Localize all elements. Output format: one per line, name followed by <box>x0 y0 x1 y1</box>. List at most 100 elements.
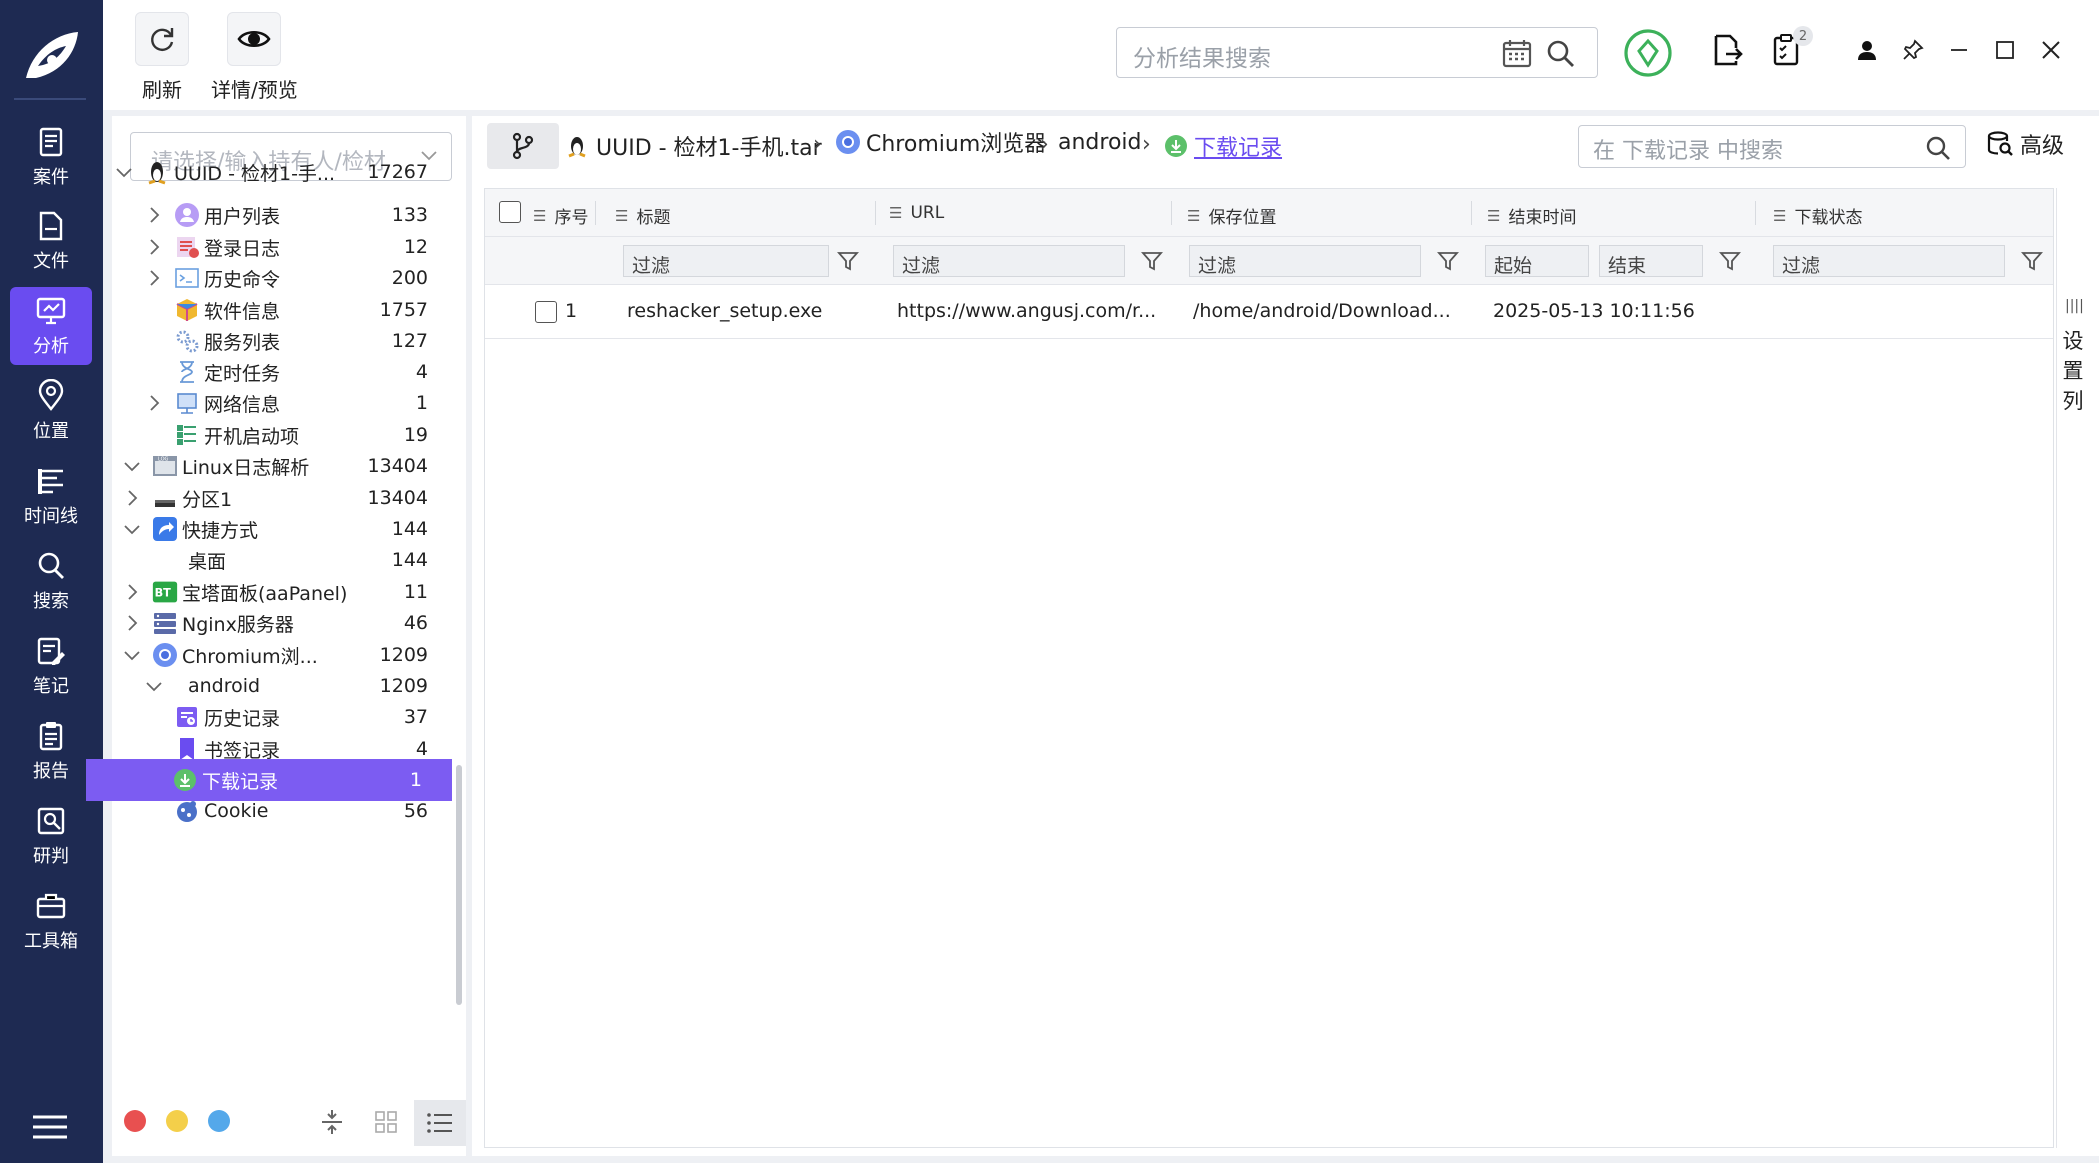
chevron-right-icon[interactable] <box>144 205 164 225</box>
tree-item-count: 4 <box>415 738 428 760</box>
export-button[interactable] <box>1707 30 1747 70</box>
column-divider[interactable] <box>1471 201 1472 225</box>
status-ok-button[interactable] <box>1623 28 1673 78</box>
tree-item-count: 144 <box>391 518 428 540</box>
penguin-icon <box>144 159 170 185</box>
table-row[interactable]: 1 reshacker_setup.exe https://www.angusj… <box>485 285 2053 339</box>
calendar-icon[interactable] <box>1501 38 1533 70</box>
breadcrumb-root[interactable]: UUID - 检材1-手机.tar <box>566 130 822 162</box>
column-header-end-time[interactable]: ☰ 结束时间 <box>1487 203 1576 229</box>
nav-note[interactable]: 笔记 <box>10 627 92 705</box>
top-toolbar: 刷新 详情/预览 分析结果搜索 2 <box>103 0 2099 110</box>
branch-toggle-button[interactable] <box>487 123 559 169</box>
tree-footer <box>112 1098 466 1146</box>
advanced-search-button[interactable]: 高级 <box>1986 128 2064 160</box>
global-search-input[interactable]: 分析结果搜索 <box>1116 27 1598 78</box>
select-all-checkbox[interactable] <box>499 201 521 223</box>
history-icon <box>174 704 200 730</box>
column-settings-button[interactable]: |||| 设置列 <box>2056 188 2088 1148</box>
tree-item-label: 网络信息 <box>204 393 281 416</box>
title-filter-input[interactable]: 过滤 <box>623 245 829 277</box>
svg-text:LOG: LOG <box>158 457 169 463</box>
chevron-down-icon[interactable] <box>114 162 134 182</box>
path-filter-input[interactable]: 过滤 <box>1189 245 1421 277</box>
search-icon[interactable] <box>1545 38 1577 70</box>
column-divider[interactable] <box>875 201 876 225</box>
tree-item-cookie[interactable]: Cookie 56 <box>114 790 452 832</box>
chromium-icon <box>836 130 860 154</box>
nav-report[interactable]: 报告 <box>10 712 92 790</box>
nav-timeline[interactable]: 时间线 <box>10 457 92 535</box>
chevron-down-icon[interactable] <box>122 519 142 539</box>
nav-analysis[interactable]: 分析 <box>10 287 92 365</box>
chevron-down-icon[interactable] <box>144 676 164 696</box>
breadcrumb-user[interactable]: android <box>1058 130 1142 155</box>
breadcrumb-current[interactable]: 下载记录 <box>1164 130 1282 162</box>
list-view-button[interactable] <box>414 1100 466 1146</box>
column-header-url[interactable]: ☰ URL <box>889 203 944 223</box>
status-filter-input[interactable]: 过滤 <box>1773 245 2005 277</box>
chevron-down-icon[interactable] <box>122 645 142 665</box>
note-icon <box>37 637 65 665</box>
hamburger-menu-icon[interactable] <box>30 1114 70 1140</box>
red-dot[interactable] <box>124 1110 146 1132</box>
yellow-dot[interactable] <box>166 1110 188 1132</box>
chevron-right-icon[interactable] <box>144 237 164 257</box>
user-button[interactable] <box>1847 30 1887 70</box>
minimize-button[interactable] <box>1939 30 1979 70</box>
chevron-right-icon[interactable] <box>144 393 164 413</box>
report-icon <box>39 722 63 751</box>
nav-location[interactable]: 位置 <box>10 372 92 450</box>
url-filter-input[interactable]: 过滤 <box>893 245 1125 277</box>
tree-item-uuid[interactable]: UUID - 检材1-手... 17267 <box>114 151 452 193</box>
evidence-tree-panel: 请选择/输入持有人/检材 UUID - 检材1-手... 17267 用户列表 133… <box>86 116 466 1156</box>
breadcrumb-browser[interactable]: Chromium浏览器 <box>834 126 1046 158</box>
tree-scrollbar[interactable] <box>456 765 462 1005</box>
collapse-all-button[interactable] <box>312 1102 352 1142</box>
pin-button[interactable] <box>1893 30 1933 70</box>
analysis-icon <box>36 297 66 325</box>
nav-toolbox[interactable]: 工具箱 <box>10 882 92 960</box>
breadcrumb-root-label: UUID - 检材1-手机.tar <box>596 136 822 161</box>
end-time-end-input[interactable]: 结束 <box>1599 245 1703 277</box>
grid-view-button[interactable] <box>366 1102 406 1142</box>
chevron-right-icon[interactable] <box>144 268 164 288</box>
column-divider[interactable] <box>1755 201 1756 225</box>
filter-icon[interactable] <box>1719 250 1741 272</box>
chevron-right-icon[interactable] <box>122 613 142 633</box>
column-divider[interactable] <box>1171 201 1172 225</box>
search-icon[interactable] <box>1925 135 1951 161</box>
filter-icon[interactable] <box>1437 250 1459 272</box>
tasks-button[interactable]: 2 <box>1767 26 1813 70</box>
nav-file[interactable]: 文件 <box>10 202 92 280</box>
maximize-button[interactable] <box>1985 30 2025 70</box>
column-header-path[interactable]: ☰ 保存位置 <box>1187 203 1276 229</box>
filter-icon[interactable] <box>2021 250 2043 272</box>
network-icon <box>174 390 200 416</box>
nav-rail: 案件 文件 分析 位置 时间线 搜索 笔记 报告 研判 工具箱 <box>0 0 103 1163</box>
column-header-status[interactable]: ☰ 下载状态 <box>1773 203 1862 229</box>
filter-icon[interactable] <box>837 250 859 272</box>
record-search-input[interactable]: 在 下载记录 中搜索 <box>1578 125 1966 168</box>
detail-preview-button[interactable]: 详情/预览 <box>211 12 298 103</box>
nav-case[interactable]: 案件 <box>10 118 92 196</box>
timeline-icon <box>38 469 63 494</box>
chevron-right-icon[interactable] <box>122 582 142 602</box>
column-header-title[interactable]: ☰ 标题 <box>615 203 670 229</box>
end-time-start-input[interactable]: 起始 <box>1485 245 1589 277</box>
terminal-icon <box>174 265 200 291</box>
chevron-right-icon[interactable] <box>122 488 142 508</box>
tree-item-count: 11 <box>403 581 428 603</box>
column-settings-label: 设置列 <box>2062 329 2084 413</box>
chevron-down-icon[interactable] <box>122 456 142 476</box>
column-header-index[interactable]: ☰ 序号 <box>533 203 588 229</box>
nav-search[interactable]: 搜索 <box>10 542 92 620</box>
column-divider[interactable] <box>595 201 596 225</box>
row-checkbox[interactable] <box>535 301 557 323</box>
close-button[interactable] <box>2031 30 2071 70</box>
refresh-button[interactable]: 刷新 <box>135 12 189 103</box>
filter-icon[interactable] <box>1141 250 1163 272</box>
nav-timeline-label: 时间线 <box>24 506 78 527</box>
blue-dot[interactable] <box>208 1110 230 1132</box>
nav-judge[interactable]: 研判 <box>10 797 92 875</box>
